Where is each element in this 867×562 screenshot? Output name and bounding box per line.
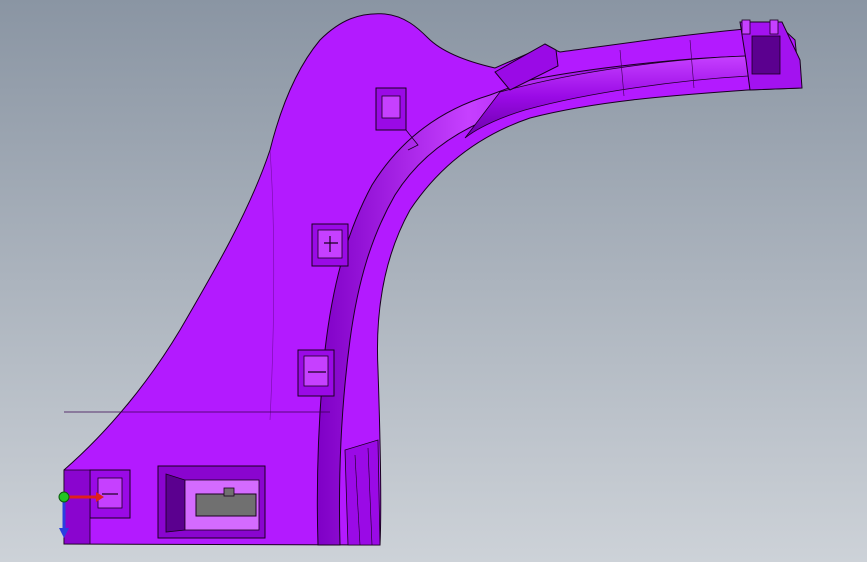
y-axis-dot-icon: [58, 491, 70, 503]
viewport-canvas[interactable]: [0, 0, 867, 562]
lower-left-shadow: [63, 469, 91, 545]
clip-tab-2[interactable]: [311, 223, 349, 267]
bottom-ribs: [344, 439, 381, 546]
connector-pocket[interactable]: [157, 465, 266, 539]
clip-tab-3[interactable]: [297, 349, 335, 397]
cad-3d-viewport[interactable]: [0, 0, 867, 562]
